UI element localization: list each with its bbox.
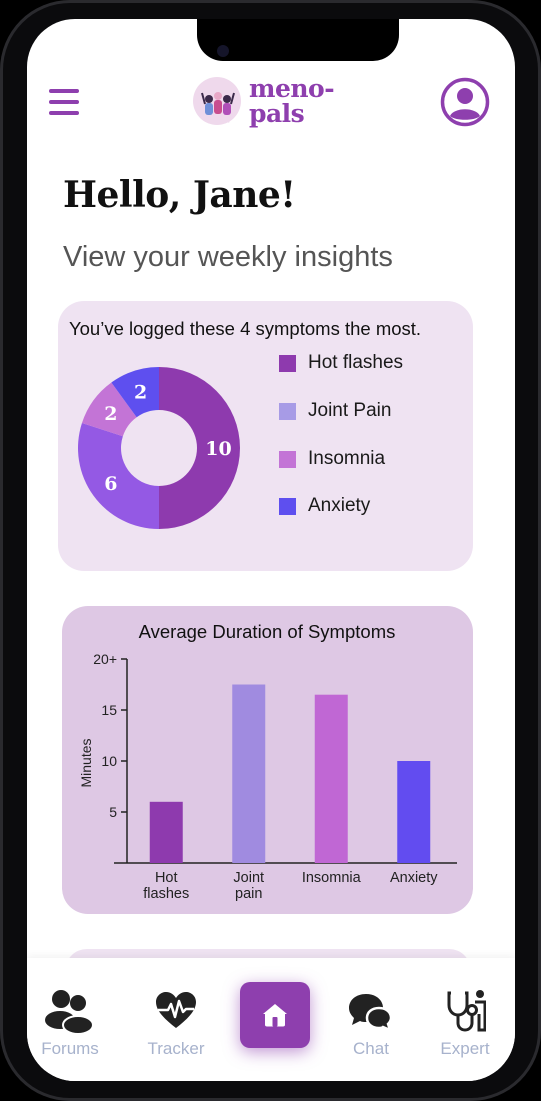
- forums-people-icon: [45, 990, 94, 1035]
- nav-label: Forums: [41, 1039, 99, 1058]
- legend-label: Hot flashes: [308, 352, 404, 373]
- legend-swatch: [279, 451, 296, 468]
- app-screen: meno- pals Hello, Jane! View your weekly…: [27, 19, 515, 1081]
- hamburger-menu-icon[interactable]: [49, 89, 79, 115]
- bar: [314, 694, 348, 863]
- nav-home-button[interactable]: [240, 982, 310, 1048]
- y-tick-label: 15: [101, 702, 117, 718]
- legend-item-hot-flashes: Hot flashes: [279, 352, 479, 376]
- x-tick-label: Hot flashes: [143, 870, 189, 902]
- y-tick-label: 20+: [93, 651, 117, 667]
- front-camera: [217, 45, 229, 57]
- nav-expert[interactable]: Expert: [425, 958, 505, 1058]
- nav-tracker[interactable]: Tracker: [136, 958, 216, 1058]
- symptom-duration-card[interactable]: Average Duration of Symptoms 5 10 15 20+ Minu…: [62, 606, 473, 914]
- bar: [232, 684, 266, 863]
- legend-item-joint-pain: Joint Pain: [279, 400, 479, 424]
- logo-women-icon: [193, 77, 241, 125]
- user-profile-icon[interactable]: [440, 77, 490, 127]
- stethoscope-icon: [447, 990, 486, 1032]
- greeting-heading: Hello, Jane!: [63, 174, 296, 216]
- y-tick-label: 10: [101, 753, 117, 769]
- donut-slice-label: 2: [104, 403, 117, 425]
- donut-slice: [77, 422, 159, 529]
- donut-slice-label: 2: [134, 381, 147, 403]
- bar: [149, 801, 183, 863]
- y-axis-label: Minutes: [78, 738, 94, 787]
- legend-item-insomnia: Insomnia: [279, 448, 479, 472]
- app-logo: meno- pals: [193, 74, 353, 134]
- top-symptoms-card[interactable]: You’ve logged these 4 symptoms the most.…: [58, 301, 473, 571]
- legend-swatch: [279, 355, 296, 372]
- x-tick-label: Joint pain: [233, 870, 264, 902]
- legend-swatch: [279, 403, 296, 420]
- chat-bubbles-icon: [349, 994, 393, 1033]
- logo-text: meno- pals: [249, 74, 335, 128]
- x-tick-label: Anxiety: [390, 870, 438, 886]
- legend-item-anxiety: Anxiety: [279, 495, 479, 519]
- nav-label: Tracker: [147, 1039, 205, 1058]
- page-subtitle: View your weekly insights: [63, 241, 393, 273]
- nav-forums[interactable]: Forums: [30, 958, 110, 1058]
- y-tick-label: 5: [109, 804, 117, 820]
- nav-label: Expert: [440, 1039, 490, 1058]
- top-symptoms-title: You’ve logged these 4 symptoms the most.: [69, 318, 422, 339]
- symptoms-donut-chart: 10 6 22: [77, 367, 240, 529]
- nav-chat[interactable]: Chat: [331, 958, 411, 1058]
- heartbeat-icon: [156, 992, 196, 1028]
- legend-swatch: [279, 498, 296, 515]
- legend-label: Joint Pain: [308, 400, 392, 421]
- chart-title: Average Duration of Symptoms: [139, 621, 396, 642]
- legend-label: Insomnia: [308, 448, 386, 469]
- donut-slice-label: 6: [104, 473, 117, 495]
- home-icon: [263, 1004, 287, 1027]
- nav-label: Chat: [353, 1039, 389, 1058]
- donut-slice-label: 10: [205, 438, 231, 460]
- duration-bar-chart: Average Duration of Symptoms 5 10 15 20+ Minu…: [78, 621, 457, 902]
- bar: [397, 761, 431, 863]
- legend-label: Anxiety: [308, 495, 371, 516]
- x-tick-label: Insomnia: [302, 870, 362, 886]
